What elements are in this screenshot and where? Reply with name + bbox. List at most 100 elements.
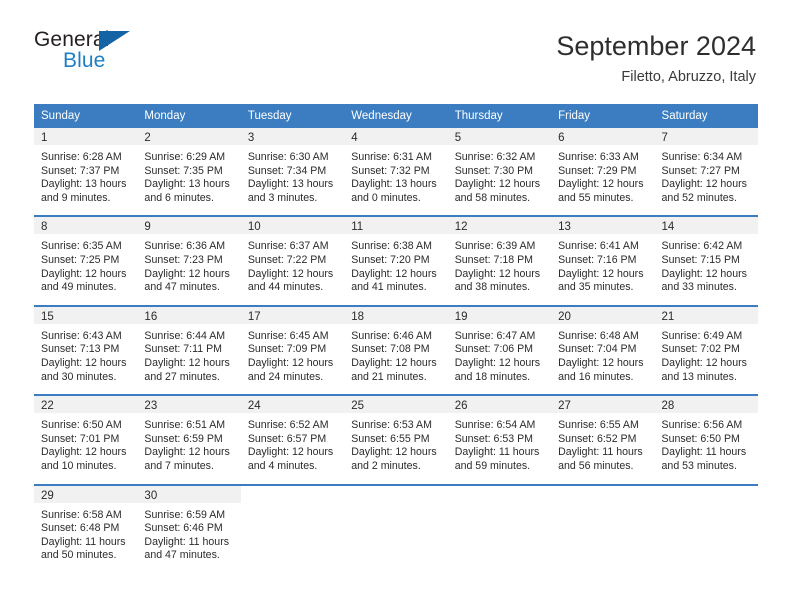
day-number: 29 (41, 489, 54, 502)
calendar-day-cell[interactable]: 25 Sunrise: 6:53 AM Sunset: 6:55 PM Dayligh… (344, 396, 448, 484)
day-number-band: 24 (240, 396, 345, 414)
calendar-day-cell[interactable]: 17 Sunrise: 6:45 AM Sunset: 7:09 PM Dayligh… (240, 306, 345, 395)
calendar-day-cell[interactable]: 22 Sunrise: 6:50 AM Sunset: 7:01 PM Dayligh… (34, 396, 138, 484)
weekday-header-wednesday: Wednesday (351, 110, 412, 122)
calendar-day-cell[interactable]: 10 Sunrise: 6:37 AM Sunset: 7:22 PM Dayligh… (240, 217, 345, 305)
day-number-band: 9 (137, 217, 241, 235)
calendar-day-cell[interactable]: 4 Sunrise: 6:31 AM Sunset: 7:32 PM Daylight… (344, 128, 448, 216)
calendar-week-row: 8 Sunrise: 6:35 AM Sunset: 7:25 PM Daylight… (34, 215, 758, 305)
daylight-text-line2: and 9 minutes. (41, 191, 111, 204)
brand-logo[interactable]: General Blue (34, 28, 146, 76)
sunrise-text: Sunrise: 6:33 AM (558, 151, 639, 163)
calendar-day-cell[interactable]: 29 Sunrise: 6:58 AM Sunset: 6:48 PM Dayligh… (34, 485, 138, 573)
daylight-text-line1: Daylight: 12 hours (144, 356, 230, 369)
daylight-text-line2: and 7 minutes. (144, 459, 214, 472)
calendar-page: General Blue September 2024 Filetto, Abr… (0, 0, 792, 612)
calendar-week-row: 15 Sunrise: 6:43 AM Sunset: 7:13 PM Dayligh… (34, 304, 758, 395)
calendar-day-cell[interactable]: 12 Sunrise: 6:39 AM Sunset: 7:18 PM Dayligh… (447, 217, 552, 305)
day-detail: Sunrise: 6:35 AM Sunset: 7:25 PM Daylight:… (34, 234, 137, 304)
day-detail: Sunrise: 6:58 AM Sunset: 6:48 PM Daylight:… (34, 503, 137, 573)
day-number: 10 (247, 221, 261, 234)
sunset-text: Sunset: 7:29 PM (558, 164, 637, 177)
daylight-text-line2: and 2 minutes. (351, 459, 421, 472)
sunrise-text: Sunrise: 6:46 AM (351, 329, 432, 342)
sunrise-text: Sunrise: 6:41 AM (558, 240, 639, 253)
day-number-band: 15 (34, 306, 138, 324)
day-number: 18 (351, 310, 365, 323)
day-number-band: 14 (654, 217, 758, 235)
day-detail: Sunrise: 6:32 AM Sunset: 7:30 PM Daylight:… (448, 145, 551, 215)
sunset-text: Sunset: 6:53 PM (454, 432, 534, 445)
calendar-grid: Sunday Monday Tuesday Wednesday Thursday Frid… (34, 104, 758, 573)
daylight-text-line1: Daylight: 12 hours (41, 356, 127, 369)
day-number-band: 27 (551, 396, 655, 414)
calendar-day-cell[interactable]: 20 Sunrise: 6:48 AM Sunset: 7:04 PM Dayligh… (551, 306, 655, 395)
day-number-band: 29 (34, 485, 138, 503)
sunrise-text: Sunrise: 6:42 AM (661, 240, 743, 253)
day-number-band (551, 486, 654, 503)
sunrise-text: Sunrise: 6:55 AM (558, 419, 639, 432)
calendar-weeks: 1 Sunrise: 6:28 AM Sunset: 7:37 PM Daylight… (34, 128, 758, 573)
calendar-day-cell[interactable]: 5 Sunrise: 6:32 AM Sunset: 7:30 PM Daylight… (447, 128, 552, 216)
calendar-day-cell[interactable]: 13 Sunrise: 6:41 AM Sunset: 7:16 PM Dayligh… (551, 217, 655, 305)
daylight-text-line2: and 21 minutes. (351, 370, 427, 383)
calendar-day-cell[interactable]: 9 Sunrise: 6:36 AM Sunset: 7:23 PM Daylight… (137, 217, 241, 305)
daylight-text-line2: and 10 minutes. (41, 459, 117, 472)
calendar-day-cell[interactable]: 23 Sunrise: 6:51 AM Sunset: 6:59 PM Dayligh… (137, 396, 241, 484)
daylight-text-line1: Daylight: 12 hours (558, 267, 644, 280)
daylight-text-line1: Daylight: 13 hours (351, 178, 437, 191)
day-number: 30 (144, 489, 158, 502)
calendar-day-cell[interactable]: 11 Sunrise: 6:38 AM Sunset: 7:20 PM Dayligh… (344, 217, 448, 305)
calendar-day-cell[interactable]: 3 Sunrise: 6:30 AM Sunset: 7:34 PM Daylight… (240, 128, 345, 216)
weekday-header-row: Sunday Monday Tuesday Wednesday Thursday Frid… (34, 104, 758, 128)
calendar-day-cell[interactable]: 27 Sunrise: 6:55 AM Sunset: 6:52 PM Dayligh… (551, 396, 655, 484)
calendar-day-cell[interactable]: 24 Sunrise: 6:52 AM Sunset: 6:57 PM Dayligh… (240, 396, 345, 484)
calendar-day-cell[interactable]: 6 Sunrise: 6:33 AM Sunset: 7:29 PM Daylight… (551, 128, 655, 216)
sunset-text: Sunset: 6:52 PM (558, 432, 637, 445)
day-number-band: 18 (344, 306, 448, 324)
day-number: 23 (144, 400, 158, 413)
sunrise-text: Sunrise: 6:47 AM (454, 329, 536, 342)
daylight-text-line1: Daylight: 12 hours (454, 178, 541, 191)
day-number-band: 17 (240, 306, 345, 324)
calendar-day-cell[interactable]: 18 Sunrise: 6:46 AM Sunset: 7:08 PM Dayligh… (344, 306, 448, 395)
sunset-text: Sunset: 7:09 PM (247, 343, 327, 356)
daylight-text-line1: Daylight: 13 hours (247, 178, 334, 191)
calendar-day-cell[interactable]: 16 Sunrise: 6:44 AM Sunset: 7:11 PM Dayligh… (137, 306, 241, 395)
day-detail: Sunrise: 6:53 AM Sunset: 6:55 PM Daylight:… (344, 413, 447, 483)
day-number: 20 (558, 310, 571, 323)
day-number-band (344, 486, 447, 503)
calendar-day-cell[interactable]: 14 Sunrise: 6:42 AM Sunset: 7:15 PM Dayligh… (654, 217, 758, 305)
day-number-band: 3 (240, 128, 345, 145)
daylight-text-line1: Daylight: 12 hours (661, 178, 747, 191)
calendar-day-cell[interactable]: 30 Sunrise: 6:59 AM Sunset: 6:46 PM Dayligh… (137, 485, 241, 573)
day-detail: Sunrise: 6:29 AM Sunset: 7:35 PM Daylight:… (137, 145, 240, 215)
calendar-day-cell[interactable]: 15 Sunrise: 6:43 AM Sunset: 7:13 PM Dayligh… (34, 306, 138, 395)
day-number: 5 (454, 132, 462, 144)
calendar-day-cell-empty (344, 485, 448, 573)
sunset-text: Sunset: 6:48 PM (41, 522, 120, 535)
day-number: 4 (351, 132, 358, 144)
calendar-day-cell[interactable]: 26 Sunrise: 6:54 AM Sunset: 6:53 PM Dayligh… (447, 396, 552, 484)
calendar-day-cell[interactable]: 2 Sunrise: 6:29 AM Sunset: 7:35 PM Daylight… (137, 128, 241, 216)
daylight-text-line1: Daylight: 12 hours (454, 356, 541, 369)
daylight-text-line2: and 33 minutes. (661, 281, 737, 294)
triangle-icon (99, 31, 130, 51)
daylight-text-line1: Daylight: 12 hours (351, 446, 437, 459)
day-detail: Sunrise: 6:42 AM Sunset: 7:15 PM Daylight:… (655, 234, 758, 304)
sunrise-text: Sunrise: 6:32 AM (454, 151, 536, 163)
day-detail: Sunrise: 6:46 AM Sunset: 7:08 PM Daylight:… (344, 324, 447, 394)
calendar-day-cell[interactable]: 28 Sunrise: 6:56 AM Sunset: 6:50 PM Dayligh… (654, 396, 758, 484)
day-number-band: 22 (34, 396, 138, 414)
sunset-text: Sunset: 7:30 PM (454, 164, 534, 177)
calendar-day-cell[interactable]: 1 Sunrise: 6:28 AM Sunset: 7:37 PM Daylight… (34, 128, 138, 216)
daylight-text-line2: and 30 minutes. (41, 370, 117, 383)
daylight-text-line1: Daylight: 12 hours (558, 356, 644, 369)
calendar-day-cell[interactable]: 7 Sunrise: 6:34 AM Sunset: 7:27 PM Daylight… (654, 128, 758, 216)
calendar-day-cell[interactable]: 8 Sunrise: 6:35 AM Sunset: 7:25 PM Daylight… (34, 217, 138, 305)
sunset-text: Sunset: 6:57 PM (247, 432, 327, 445)
daylight-text-line2: and 50 minutes. (41, 549, 117, 562)
calendar-day-cell[interactable]: 19 Sunrise: 6:47 AM Sunset: 7:06 PM Dayligh… (447, 306, 552, 395)
calendar-day-cell[interactable]: 21 Sunrise: 6:49 AM Sunset: 7:02 PM Dayligh… (654, 306, 758, 395)
day-detail: Sunrise: 6:31 AM Sunset: 7:32 PM Daylight:… (344, 145, 447, 215)
